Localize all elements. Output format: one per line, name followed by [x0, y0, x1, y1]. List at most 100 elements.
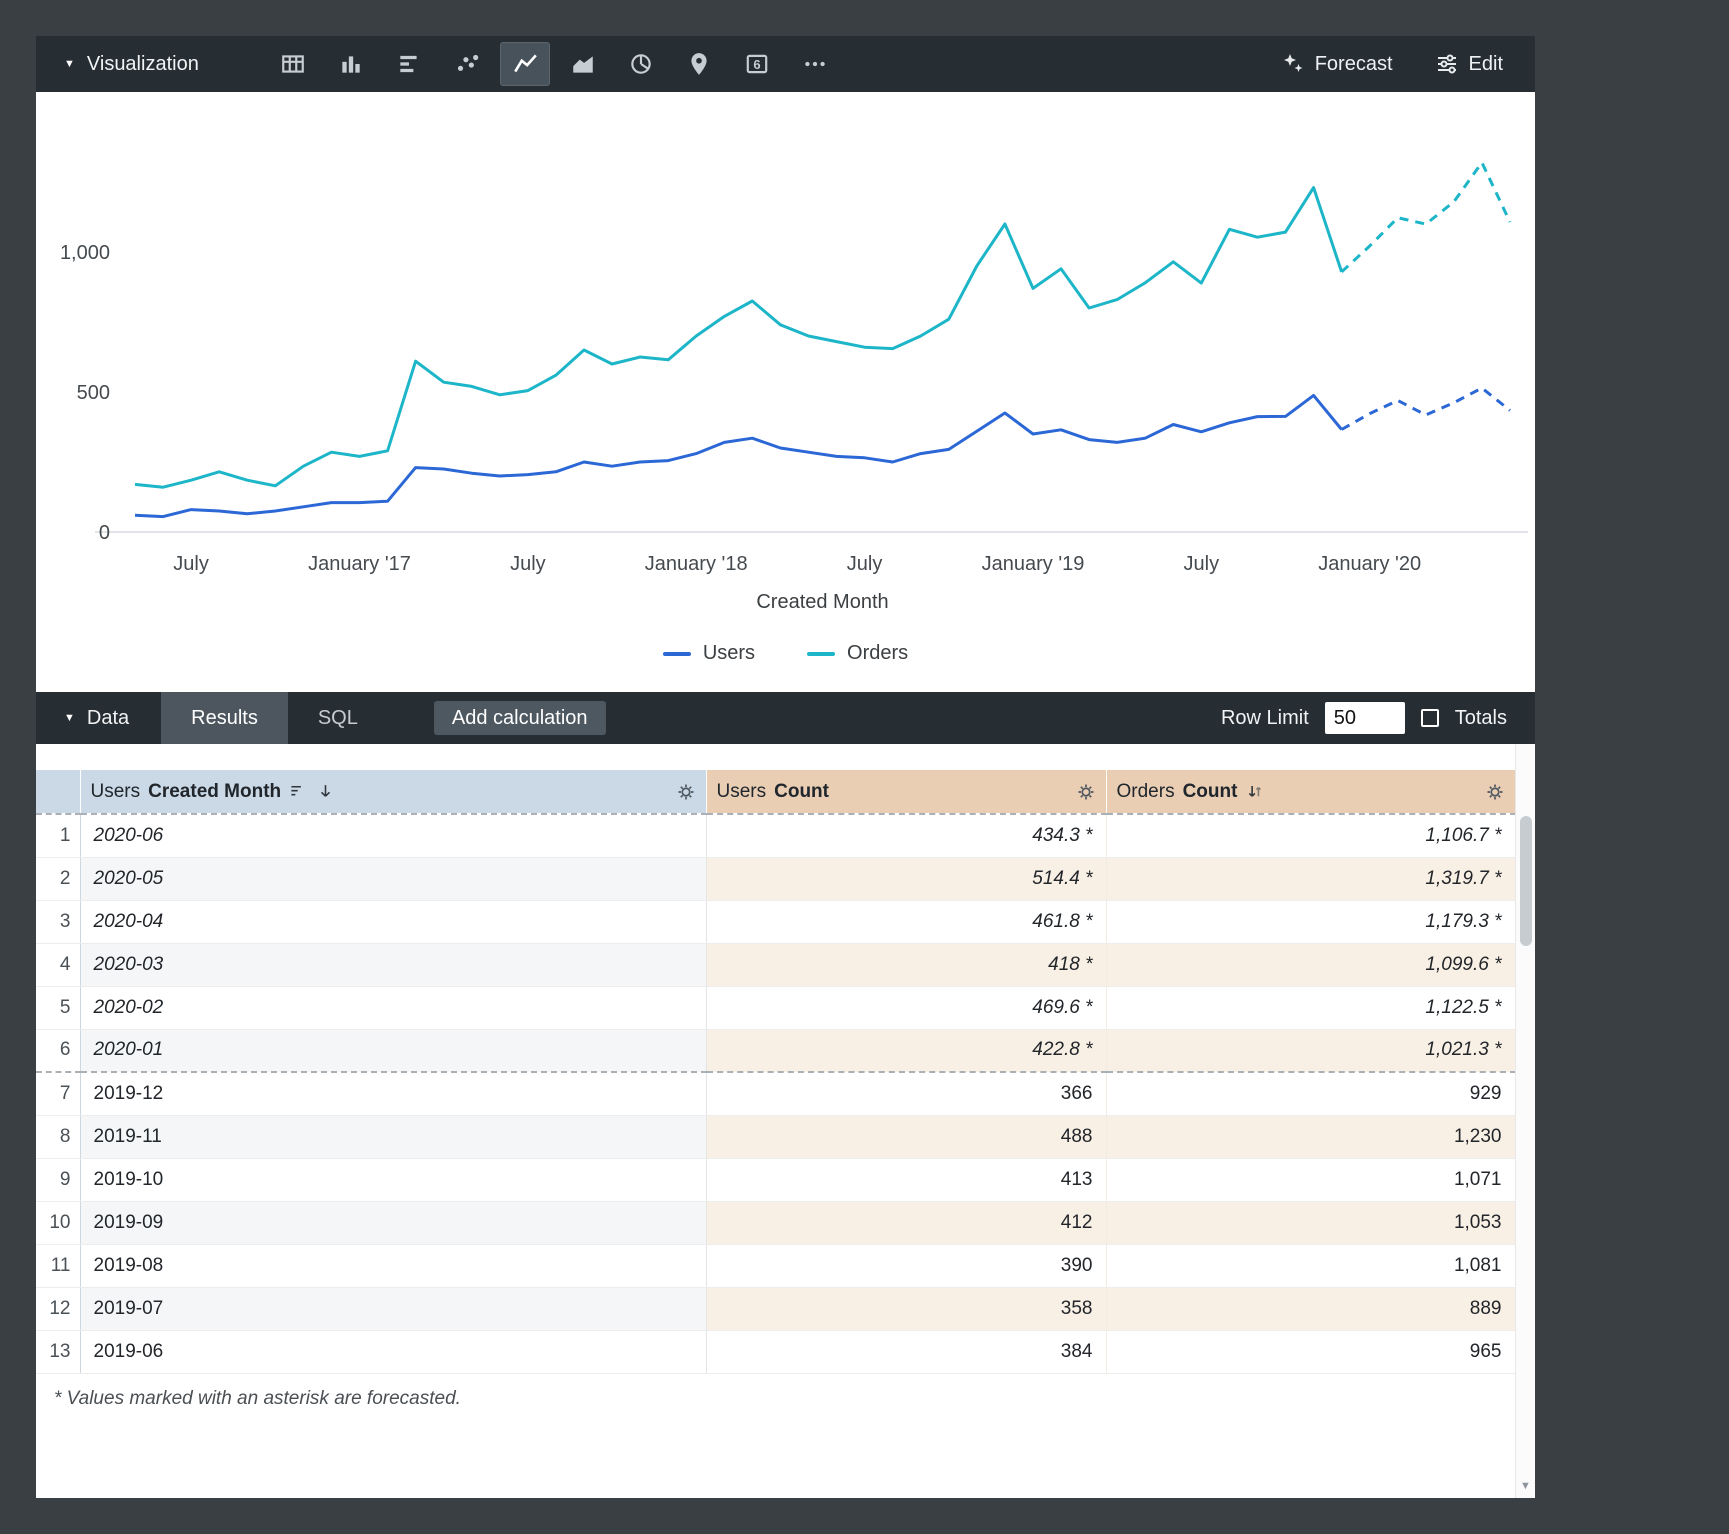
orders-count-cell[interactable]: 1,081: [1106, 1244, 1515, 1287]
scrollbar-down-button[interactable]: ▼: [1516, 1474, 1535, 1498]
viz-type-line-button[interactable]: [500, 42, 550, 86]
ellipsis-icon: [802, 51, 828, 77]
totals-checkbox[interactable]: [1421, 709, 1439, 727]
created-month-cell[interactable]: 2019-06: [80, 1330, 706, 1373]
orders-count-cell[interactable]: 1,053: [1106, 1201, 1515, 1244]
row-number: 4: [36, 943, 80, 986]
created-month-cell[interactable]: 2019-08: [80, 1244, 706, 1287]
orders-count-cell[interactable]: 1,122.5 *: [1106, 986, 1515, 1029]
legend-item-users[interactable]: Users: [663, 642, 755, 665]
row-limit-label: Row Limit: [1221, 707, 1309, 730]
tab-sql[interactable]: SQL: [288, 692, 388, 744]
orders-count-cell[interactable]: 965: [1106, 1330, 1515, 1373]
gear-icon: [1076, 782, 1096, 802]
row-limit-input[interactable]: [1325, 702, 1405, 734]
orders-count-cell[interactable]: 1,179.3 *: [1106, 900, 1515, 943]
row-number: 3: [36, 900, 80, 943]
svg-text:0: 0: [99, 522, 110, 544]
viz-type-bar-button[interactable]: [384, 42, 434, 86]
viz-type-scatter-button[interactable]: [442, 42, 492, 86]
created-month-cell[interactable]: 2020-01: [80, 1029, 706, 1072]
forecast-button[interactable]: Forecast: [1281, 52, 1393, 76]
row-number: 11: [36, 1244, 80, 1287]
row-number: 8: [36, 1115, 80, 1158]
orders-count-cell[interactable]: 889: [1106, 1287, 1515, 1330]
users-count-cell[interactable]: 514.4 *: [706, 857, 1106, 900]
orders-count-cell[interactable]: 1,099.6 *: [1106, 943, 1515, 986]
users-count-cell[interactable]: 418 *: [706, 943, 1106, 986]
legend-item-orders[interactable]: Orders: [807, 642, 908, 665]
table-scrollbar[interactable]: ▼: [1515, 744, 1535, 1498]
orders-count-cell[interactable]: 1,071: [1106, 1158, 1515, 1201]
svg-text:January '18: January '18: [645, 553, 748, 575]
more-chart-types-button[interactable]: [790, 42, 840, 86]
orders-count-cell[interactable]: 1,021.3 *: [1106, 1029, 1515, 1072]
column-header-users-count[interactable]: Users Count: [706, 770, 1106, 814]
legend-label: Orders: [847, 642, 908, 665]
column-field-name: Count: [774, 781, 829, 803]
column-header-created-month[interactable]: UsersCreated Month: [80, 770, 706, 814]
add-calculation-button[interactable]: Add calculation: [434, 701, 606, 735]
table-row: 52020-02469.6 *1,122.5 *: [36, 986, 1515, 1029]
viz-type-area-button[interactable]: [558, 42, 608, 86]
svg-text:January '20: January '20: [1318, 553, 1421, 575]
created-month-cell[interactable]: 2020-06: [80, 814, 706, 857]
orders-count-cell[interactable]: 929: [1106, 1072, 1515, 1115]
column-view-name: Users: [717, 781, 767, 803]
scrollbar-thumb[interactable]: [1520, 816, 1532, 946]
created-month-cell[interactable]: 2019-07: [80, 1287, 706, 1330]
viz-type-single-value-button[interactable]: 6: [732, 42, 782, 86]
created-month-cell[interactable]: 2020-02: [80, 986, 706, 1029]
column-gear-orders-count[interactable]: [1485, 782, 1505, 802]
row-number: 13: [36, 1330, 80, 1373]
orders-count-cell[interactable]: 1,319.7 *: [1106, 857, 1515, 900]
viz-type-map-button[interactable]: [674, 42, 724, 86]
created-month-cell[interactable]: 2020-05: [80, 857, 706, 900]
svg-text:500: 500: [77, 382, 110, 404]
column-field-name: Created Month: [148, 781, 281, 803]
line-chart[interactable]: 05001,000JulyJanuary '17JulyJanuary '18J…: [36, 92, 1535, 632]
users-count-cell[interactable]: 412: [706, 1201, 1106, 1244]
viz-type-column-button[interactable]: [326, 42, 376, 86]
table-row: 42020-03418 *1,099.6 *: [36, 943, 1515, 986]
users-count-cell[interactable]: 422.8 *: [706, 1029, 1106, 1072]
users-count-cell[interactable]: 461.8 *: [706, 900, 1106, 943]
orders-count-cell[interactable]: 1,106.7 *: [1106, 814, 1515, 857]
tab-results[interactable]: Results: [161, 692, 288, 744]
created-month-cell[interactable]: 2019-11: [80, 1115, 706, 1158]
tune-sliders-icon: [1435, 52, 1459, 76]
totals-label: Totals: [1455, 707, 1507, 730]
data-section-toggle[interactable]: ▼ Data: [36, 707, 161, 730]
users-count-cell[interactable]: 366: [706, 1072, 1106, 1115]
column-gear-created-month[interactable]: [676, 782, 696, 802]
column-gear-users-count[interactable]: [1076, 782, 1096, 802]
users-count-cell[interactable]: 384: [706, 1330, 1106, 1373]
chart-type-buttons: 6: [268, 42, 840, 86]
created-month-cell[interactable]: 2020-04: [80, 900, 706, 943]
table-row: 92019-104131,071: [36, 1158, 1515, 1201]
edit-button[interactable]: Edit: [1435, 52, 1503, 76]
users-count-cell[interactable]: 358: [706, 1287, 1106, 1330]
created-month-cell[interactable]: 2020-03: [80, 943, 706, 986]
orders-count-cell[interactable]: 1,230: [1106, 1115, 1515, 1158]
users-count-cell[interactable]: 390: [706, 1244, 1106, 1287]
users-count-cell[interactable]: 488: [706, 1115, 1106, 1158]
row-number: 1: [36, 814, 80, 857]
column-header-orders-count[interactable]: OrdersCount: [1106, 770, 1515, 814]
created-month-cell[interactable]: 2019-09: [80, 1201, 706, 1244]
users-count-cell[interactable]: 413: [706, 1158, 1106, 1201]
created-month-cell[interactable]: 2019-12: [80, 1072, 706, 1115]
viz-type-table-button[interactable]: [268, 42, 318, 86]
visualization-title: Visualization: [87, 53, 199, 76]
column-field-name: Count: [1183, 781, 1238, 803]
svg-text:July: July: [510, 553, 546, 575]
users-count-cell[interactable]: 434.3 *: [706, 814, 1106, 857]
viz-type-pie-button[interactable]: [616, 42, 666, 86]
visualization-header-toggle[interactable]: ▼ Visualization: [36, 53, 268, 76]
created-month-cell[interactable]: 2019-10: [80, 1158, 706, 1201]
area-chart-icon: [570, 51, 596, 77]
svg-text:January '17: January '17: [308, 553, 411, 575]
users-count-cell[interactable]: 469.6 *: [706, 986, 1106, 1029]
table-row: 102019-094121,053: [36, 1201, 1515, 1244]
row-number: 9: [36, 1158, 80, 1201]
